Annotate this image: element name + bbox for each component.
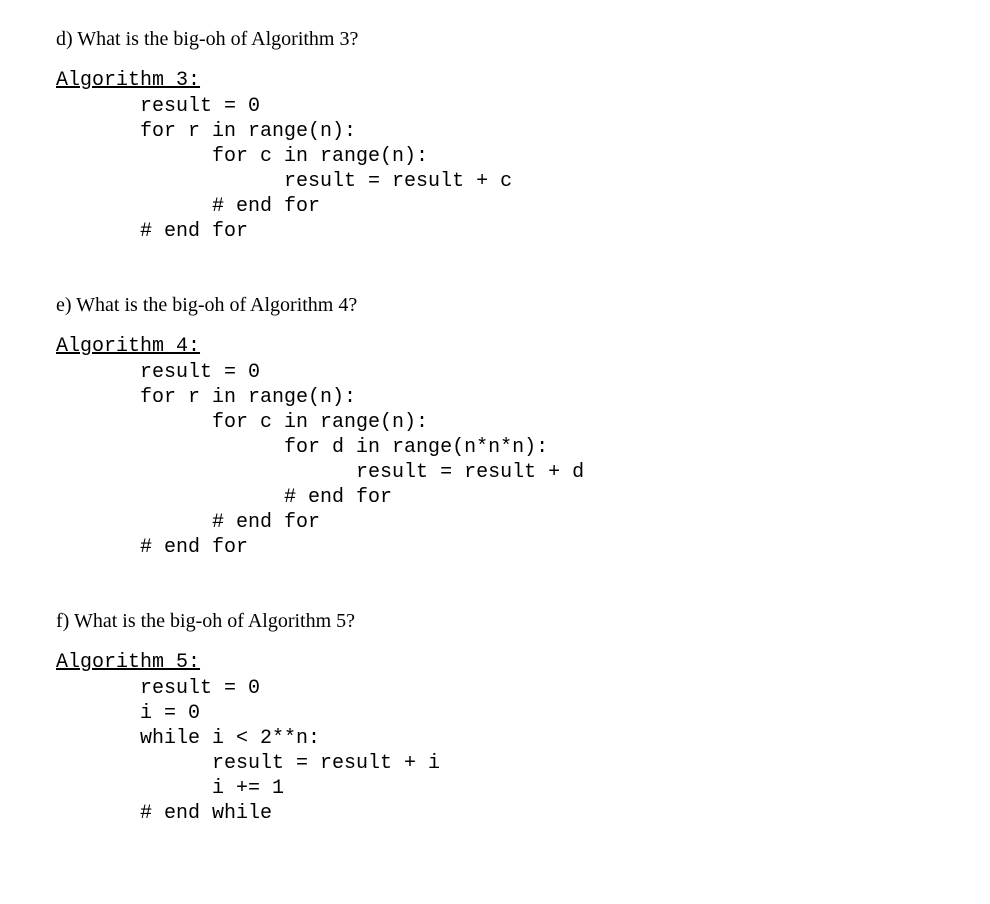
question-e: e) What is the big-oh of Algorithm 4? Al… <box>56 294 934 560</box>
algorithm-4-title: Algorithm 4: <box>56 335 934 358</box>
question-f-prompt: f) What is the big-oh of Algorithm 5? <box>56 610 934 633</box>
question-d: d) What is the big-oh of Algorithm 3? Al… <box>56 28 934 244</box>
algorithm-5-title: Algorithm 5: <box>56 651 934 674</box>
question-e-prompt: e) What is the big-oh of Algorithm 4? <box>56 294 934 317</box>
algorithm-3-title: Algorithm 3: <box>56 69 934 92</box>
algorithm-4-code: result = 0 for r in range(n): for c in r… <box>56 360 934 560</box>
algorithm-3-code: result = 0 for r in range(n): for c in r… <box>56 94 934 244</box>
algorithm-5-code: result = 0 i = 0 while i < 2**n: result … <box>56 676 934 826</box>
question-d-prompt: d) What is the big-oh of Algorithm 3? <box>56 28 934 51</box>
question-f: f) What is the big-oh of Algorithm 5? Al… <box>56 610 934 826</box>
